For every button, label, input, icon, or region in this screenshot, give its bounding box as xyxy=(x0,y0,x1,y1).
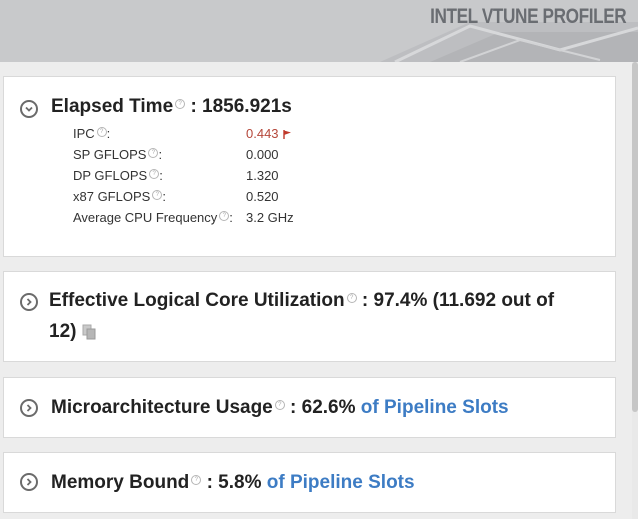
core-utilization-value-cont: 12) xyxy=(49,321,96,343)
help-icon[interactable]: ? xyxy=(149,168,160,179)
sp-gflops-value: 0.000 xyxy=(246,147,279,162)
warning-flag-icon[interactable] xyxy=(282,130,291,140)
core-utilization-heading: Effective Logical Core Utilization? : 97… xyxy=(49,290,554,312)
microarchitecture-usage-card: Microarchitecture Usage? : 62.6% of Pipe… xyxy=(3,377,616,438)
expand-toggle-icon[interactable] xyxy=(20,473,38,491)
x87-gflops-label: x87 GFLOPS?: xyxy=(73,189,166,204)
help-icon[interactable]: ? xyxy=(346,292,357,303)
help-icon[interactable]: ? xyxy=(175,98,186,109)
memory-bound-label: Memory Bound xyxy=(51,472,190,493)
ipc-value: 0.443 xyxy=(246,126,291,141)
memory-bound-heading: Memory Bound? : 5.8% of Pipeline Slots xyxy=(51,472,415,494)
core-utilization-value: : 97.4% (11.692 out of xyxy=(361,290,555,311)
elapsed-time-heading: Elapsed Time? : 1856.921s xyxy=(51,96,292,118)
help-icon[interactable]: ? xyxy=(148,147,159,158)
pipeline-slots-label: of Pipeline Slots xyxy=(360,397,509,418)
help-icon[interactable]: ? xyxy=(219,210,230,221)
dp-gflops-value: 1.320 xyxy=(246,168,279,183)
expand-toggle-icon[interactable] xyxy=(20,293,38,311)
expand-toggle-icon[interactable] xyxy=(20,399,38,417)
microarchitecture-usage-heading: Microarchitecture Usage? : 62.6% of Pipe… xyxy=(51,397,509,419)
elapsed-time-value: : 1856.921s xyxy=(190,96,292,117)
copy-icon[interactable] xyxy=(82,324,96,340)
microarchitecture-usage-value: : 62.6% xyxy=(290,397,356,418)
memory-bound-card: Memory Bound? : 5.8% of Pipeline Slots xyxy=(3,452,616,513)
core-utilization-label: Effective Logical Core Utilization xyxy=(49,290,345,311)
elapsed-time-card: Elapsed Time? : 1856.921s IPC?: 0.443 SP… xyxy=(3,76,616,257)
avg-cpu-frequency-value: 3.2 GHz xyxy=(246,210,294,225)
avg-cpu-frequency-label: Average CPU Frequency?: xyxy=(73,210,233,225)
dp-gflops-label: DP GFLOPS?: xyxy=(73,168,163,183)
top-header-bar: INTEL VTUNE PROFILER xyxy=(0,0,638,62)
pipeline-slots-label: of Pipeline Slots xyxy=(266,472,415,493)
sp-gflops-label: SP GFLOPS?: xyxy=(73,147,163,162)
elapsed-time-label: Elapsed Time xyxy=(51,96,174,117)
microarchitecture-usage-label: Microarchitecture Usage xyxy=(51,397,273,418)
help-icon[interactable]: ? xyxy=(152,189,163,200)
help-icon[interactable]: ? xyxy=(96,126,107,137)
memory-bound-value: : 5.8% xyxy=(206,472,262,493)
help-icon[interactable]: ? xyxy=(274,399,285,410)
brand-logo-text: INTEL VTUNE PROFILER xyxy=(429,5,627,28)
collapse-toggle-icon[interactable] xyxy=(20,100,38,118)
ipc-label: IPC?: xyxy=(73,126,111,141)
help-icon[interactable]: ? xyxy=(191,474,202,485)
core-utilization-card: Effective Logical Core Utilization? : 97… xyxy=(3,271,616,362)
x87-gflops-value: 0.520 xyxy=(246,189,279,204)
scrollbar-thumb[interactable] xyxy=(632,62,638,412)
